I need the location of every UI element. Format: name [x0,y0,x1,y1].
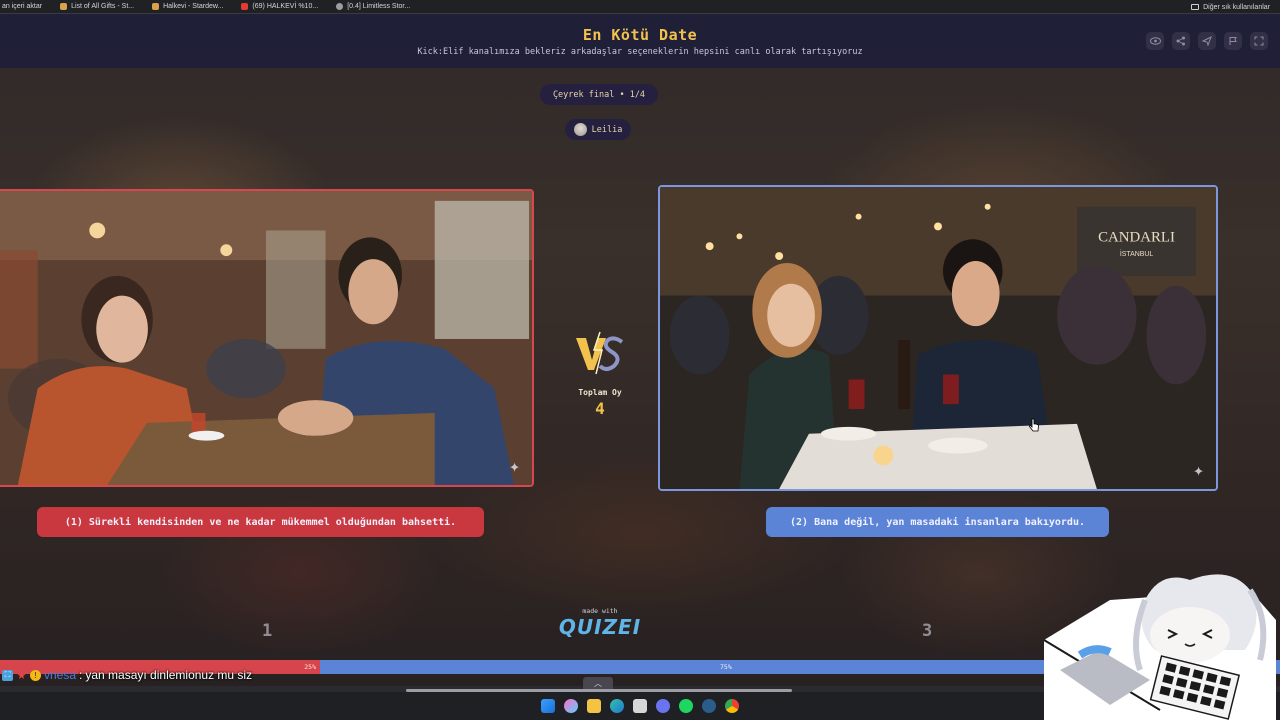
warning-badge-icon: ! [30,669,41,681]
vote-count-right: 3 [922,621,933,641]
bookmark-item[interactable]: Halkevi - Stardew... [152,3,223,10]
option-label-left[interactable]: (1) Sürekli kendisinden ve ne kadar müke… [37,507,484,537]
option-label-right[interactable]: (2) Bana değil, yan masadaki insanlara b… [766,507,1109,537]
store-icon[interactable] [633,699,647,713]
avatar [573,123,587,136]
chat-text: yan masayı dinlemionuz mu siz [85,668,253,682]
svg-text:İSTANBUL: İSTANBUL [1120,249,1154,258]
chat-username: vriesa [44,668,77,682]
option-card-left[interactable]: ✦ [0,189,534,487]
bookmark-label: List of All Gifts - St... [71,3,135,10]
vs-icon [576,331,624,375]
made-with-label: made with [582,607,618,615]
user-badge: Leilia [565,119,631,140]
chat-separator: : [79,668,83,682]
total-votes-label: Toplam Oy [578,388,622,397]
bookmark-label: an içeri aktar [2,3,43,10]
header-actions [1146,32,1268,50]
sparkle-icon: ✦ [509,456,520,477]
page-subtitle: Kick:Elif kanalımıza bekleriz arkadaşlar… [417,47,863,57]
option-card-right[interactable]: CANDARLI İSTANBUL ✦ [658,185,1218,491]
chrome-icon[interactable] [725,699,739,713]
streamer-avatar [1043,574,1276,720]
bookmark-item[interactable]: [0.4] Limitless Stor... [336,3,410,10]
steam-icon[interactable] [702,699,716,713]
bookmarks-bar: an içeri aktar List of All Gifts - St...… [0,0,1280,14]
channel-badge-icon: ⛶ [2,669,13,681]
windows-icon[interactable] [541,699,555,713]
copilot-icon[interactable] [564,699,578,713]
edge-icon[interactable] [610,699,624,713]
brand-logo[interactable]: QUIZEI [540,615,660,639]
svg-text:CANDARLI: CANDARLI [1098,229,1175,245]
other-bookmarks[interactable]: Diğer sık kullanılanlar [1191,0,1270,14]
eye-icon[interactable] [1146,32,1164,50]
other-bookmarks-label: Diğer sık kullanılanlar [1203,3,1270,11]
option-image-right: CANDARLI İSTANBUL [660,187,1216,489]
bookmark-icon [60,3,68,10]
youtube-icon [241,3,249,10]
send-icon[interactable] [1198,32,1216,50]
bookmark-item[interactable]: an içeri aktar [2,3,42,10]
spotify-icon[interactable] [679,699,693,713]
user-name: Leilia [591,124,623,135]
discord-icon[interactable] [656,699,670,713]
sparkle-icon: ✦ [1193,460,1204,481]
folder-icon [1191,4,1200,10]
flag-icon[interactable] [1224,32,1242,50]
hand-cursor-icon [1029,418,1039,432]
fullscreen-icon[interactable] [1250,32,1268,50]
option-image-left [0,191,532,485]
file-explorer-icon[interactable] [587,699,601,713]
bookmark-label: Halkevi - Stardew... [163,3,224,10]
gear-icon [336,3,344,10]
page-title: En Kötü Date [582,26,698,44]
round-badge: Çeyrek final • 1/4 [540,84,658,105]
chevron-up-icon[interactable]: ︿ [583,677,613,689]
quiz-header: En Kötü Date Kick:Elif kanalımıza bekler… [0,14,1280,68]
star-badge-icon: ★ [16,669,27,682]
share-icon[interactable] [1172,32,1190,50]
vote-count-left: 1 [262,621,273,641]
bookmark-icon [152,3,160,10]
bookmark-label: [0.4] Limitless Stor... [347,3,411,10]
chat-message: ⛶ ★ ! vriesa : yan masayı dinlemionuz mu… [2,666,252,684]
total-votes-value: 4 [595,399,605,418]
bookmark-item[interactable]: (69) HALKEVİ %10... [241,3,318,10]
bookmark-item[interactable]: List of All Gifts - St... [60,3,134,10]
bookmark-label: (69) HALKEVİ %10... [252,3,319,10]
